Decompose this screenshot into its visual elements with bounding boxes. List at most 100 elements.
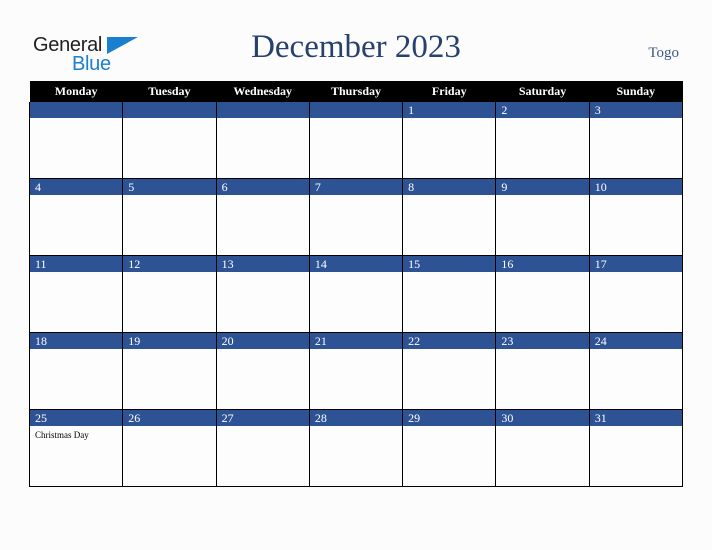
calendar-day-cell[interactable]: 20 [215,332,310,410]
calendar-weekday-header: Monday Tuesday Wednesday Thursday Friday… [29,81,683,102]
calendar-table: Monday Tuesday Wednesday Thursday Friday… [28,81,684,487]
day-events [123,118,215,121]
day-number: 5 [123,179,216,195]
holiday-label: Christmas Day [35,430,89,440]
day-number: 13 [216,256,309,272]
calendar-page: General Blue December 2023 Togo Monday T… [0,0,712,550]
day-events [123,272,215,275]
day-events [403,272,495,275]
calendar-day-cell[interactable]: 21 [308,332,404,410]
day-number [216,102,309,118]
calendar-day-cell[interactable]: 22 [402,332,497,410]
calendar-week-row: 25 Christmas Day 26 27 28 29 30 31 [28,409,684,487]
calendar-day-cell[interactable]: 8 [402,178,497,256]
calendar-day-cell[interactable] [122,102,217,179]
calendar-day-cell[interactable]: 29 [402,409,497,487]
calendar-day-cell[interactable]: 7 [308,178,404,256]
weekday-header-sunday: Sunday [589,81,683,102]
day-events [590,272,682,275]
calendar-day-cell[interactable]: 4 [28,178,124,256]
day-events [123,195,215,198]
calendar-day-cell[interactable] [28,102,124,179]
calendar-day-cell[interactable]: 19 [122,332,217,410]
calendar-day-cell[interactable]: 27 [215,409,310,487]
day-events [590,118,682,121]
calendar-day-cell[interactable]: 12 [122,255,217,333]
day-events [310,118,402,121]
calendar-day-cell[interactable]: 18 [28,332,124,410]
calendar-day-cell[interactable]: 6 [215,178,310,256]
day-number: 6 [216,179,309,195]
calendar-day-cell[interactable]: 23 [495,332,590,410]
calendar-day-cell[interactable]: 17 [588,255,684,333]
calendar-day-cell[interactable]: 10 [588,178,684,256]
day-events [310,426,402,429]
day-number: 4 [30,179,123,195]
day-events [30,118,122,121]
calendar-day-cell[interactable]: 2 [495,102,590,179]
day-events [590,426,682,429]
day-number: 22 [403,333,496,349]
day-number: 15 [403,256,496,272]
day-number: 10 [589,179,682,195]
weekday-header-saturday: Saturday [495,81,590,102]
day-number: 17 [589,256,682,272]
calendar-day-cell[interactable] [215,102,310,179]
weekday-header-tuesday: Tuesday [122,81,217,102]
day-number: 14 [309,256,403,272]
day-events [403,349,495,352]
weekday-header-thursday: Thursday [309,81,403,102]
calendar-day-cell[interactable]: 31 [588,409,684,487]
day-events [496,349,588,352]
calendar-day-cell[interactable]: 5 [122,178,217,256]
day-events [30,349,122,352]
day-number: 26 [123,410,216,426]
day-events [30,195,122,198]
day-events [496,195,588,198]
calendar-day-cell[interactable]: 9 [495,178,590,256]
day-events [496,118,588,121]
calendar-day-cell[interactable]: 28 [308,409,404,487]
day-number: 29 [403,410,496,426]
calendar-week-row: 123 [28,102,684,179]
day-number: 2 [496,102,589,118]
calendar-day-cell[interactable]: 3 [588,102,684,179]
day-events [217,272,309,275]
day-events [30,272,122,275]
calendar-day-cell[interactable]: 30 [495,409,590,487]
calendar-day-cell[interactable] [308,102,404,179]
calendar-day-cell[interactable]: 1 [402,102,497,179]
day-number: 9 [496,179,589,195]
day-number: 27 [216,410,309,426]
day-number: 16 [496,256,589,272]
day-events [123,349,215,352]
calendar-day-cell[interactable]: 26 [122,409,217,487]
day-events [310,272,402,275]
day-number: 28 [309,410,403,426]
day-number: 24 [589,333,682,349]
day-events [217,195,309,198]
calendar-day-cell[interactable]: 25 Christmas Day [28,409,124,487]
calendar-day-cell[interactable]: 16 [495,255,590,333]
day-events [123,426,215,429]
day-events [403,118,495,121]
calendar-day-cell[interactable]: 13 [215,255,310,333]
day-events [403,195,495,198]
day-number: 20 [216,333,309,349]
day-events [590,195,682,198]
calendar-day-cell[interactable]: 15 [402,255,497,333]
day-number: 1 [403,102,496,118]
calendar-body: 1 2 3 4 5 6 7 8 9 10 11 12 13 14 15 16 17 18 19 20 21 22 23 24 2… [28,102,684,487]
day-number: 30 [496,410,589,426]
calendar-day-cell[interactable]: 11 [28,255,124,333]
calendar-day-cell[interactable]: 24 [588,332,684,410]
calendar-week-row: 18 19 20 21 22 23 24 [28,332,684,410]
weekday-header-wednesday: Wednesday [216,81,310,102]
day-number: 8 [403,179,496,195]
calendar-day-cell[interactable]: 14 [308,255,404,333]
country-label: Togo [648,45,679,61]
calendar-week-row: 11 12 13 14 15 16 17 [28,255,684,333]
day-number: 23 [496,333,589,349]
day-events [310,349,402,352]
page-title: December 2023 [251,29,461,65]
